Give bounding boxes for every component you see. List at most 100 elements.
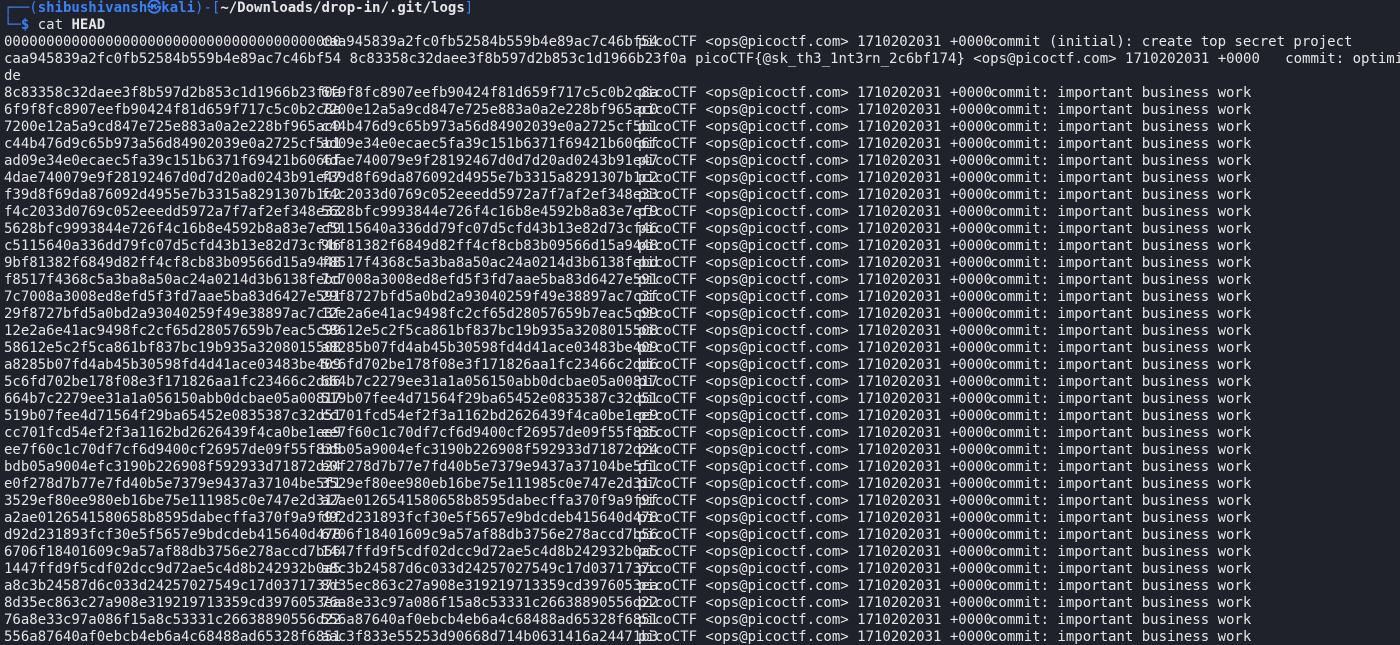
new-hash: 29f8727bfd5a0bd2a93040259f49e38897ac7c3f — [321, 289, 659, 305]
author: picoCTF <ops@picoctf.com> 1710202031 +00… — [638, 391, 993, 407]
log-row: bdb05a9004efc3190b226908f592933d71872d24… — [4, 459, 1400, 476]
author: picoCTF <ops@picoctf.com> 1710202031 +00… — [638, 119, 993, 135]
author: picoCTF <ops@picoctf.com> 1710202031 +00… — [638, 425, 993, 441]
message: commit: important business work — [990, 459, 1252, 475]
new-hash: caa945839a2fc0fb52584b559b4e89ac7c46bf54 — [321, 34, 659, 50]
message: commit (initial): create top secret proj… — [990, 34, 1353, 50]
log-row: 3529ef80ee980eb16be75e111985c0e747e2d317… — [4, 493, 1400, 510]
message: commit: important business work — [990, 85, 1252, 101]
author: picoCTF <ops@picoctf.com> 1710202031 +00… — [638, 510, 993, 526]
command-name: cat — [37, 17, 64, 33]
new-hash: 6706f18401609c9a57af88db3756e278accd7b56 — [321, 527, 659, 543]
prompt-bracket-close: ] — [464, 0, 474, 16]
old-hash: 3529ef80ee980eb16be75e111985c0e747e2d317 — [4, 493, 342, 509]
message: commit: important business work — [990, 136, 1252, 152]
old-hash: d92d231893fcf30e5f5657e9bdcdeb415640d478 — [4, 527, 342, 543]
new-hash: 8d35ec863c27a908e319219713359cd3976053ea — [321, 578, 659, 594]
author: picoCTF <ops@picoctf.com> 1710202031 +00… — [638, 408, 993, 424]
new-hash: f39d8f69da876092d4955e7b3315a8291307b1c2 — [321, 170, 659, 186]
old-hash: 58612e5c2f5ca861bf837bc19b935a3208015508 — [4, 340, 342, 356]
message: commit: important business work — [990, 442, 1252, 458]
old-hash: f39d8f69da876092d4955e7b3315a8291307b1c2 — [4, 187, 342, 203]
new-hash: a8285b07fd4ab45b30598fd4d41ace03483be409 — [321, 340, 659, 356]
message: commit: important business work — [990, 204, 1252, 220]
message: commit: important business work — [990, 272, 1252, 288]
author: picoCTF <ops@picoctf.com> 1710202031 +00… — [638, 578, 993, 594]
author: picoCTF <ops@picoctf.com> 1710202031 +00… — [638, 238, 993, 254]
old-hash: a8c3b24587d6c033d24257027549c17d0371737c — [4, 578, 342, 594]
log-row: f4c2033d0769c052eeedd5972a7f7af2ef348e33… — [4, 204, 1400, 221]
new-hash: aac3f833e55253d90668d714b0631416a24471b3 — [321, 629, 659, 645]
new-hash: 5628bfc9993844e726f4c16b8e4592b8a83e7ef9 — [321, 204, 659, 220]
message: commit: important business work — [990, 578, 1252, 594]
author: picoCTF <ops@picoctf.com> 1710202031 +00… — [638, 340, 993, 356]
new-hash: cc701fcd54ef2f3a1162bd2626439f4ca0be1ee9 — [321, 408, 659, 424]
old-hash: ee7f60c1c70df7cf6d9400cf26957de09f55f835 — [4, 442, 342, 458]
command-argument: HEAD — [71, 17, 106, 33]
log-row: 76a8e33c97a086f15a8c53331c26638890556d22… — [4, 612, 1400, 629]
log-row: f39d8f69da876092d4955e7b3315a8291307b1c2… — [4, 187, 1400, 204]
author: picoCTF <ops@picoctf.com> 1710202031 +00… — [638, 306, 993, 322]
new-hash: c5115640a336dd79fc07d5cfd43b13e82d73cf46 — [321, 221, 659, 237]
author: picoCTF <ops@picoctf.com> 1710202031 +00… — [638, 323, 993, 339]
new-hash: e0f278d7b77e7fd40b5e7379e9437a37104be5f1 — [321, 459, 659, 475]
prompt-dollar: $ — [20, 17, 30, 33]
old-hash: cc701fcd54ef2f3a1162bd2626439f4ca0be1ee9 — [4, 425, 342, 441]
log-row: ad09e34e0ecaec5fa39c151b6371f69421b6066f… — [4, 153, 1400, 170]
message: commit: important business work — [990, 629, 1252, 645]
old-hash: f8517f4368c5a3ba8a50ac24a0214d3b6138febd — [4, 272, 342, 288]
old-hash: 5c6fd702be178f08e3f171826aa1fc23466c2dd6 — [4, 374, 342, 390]
new-hash: 58612e5c2f5ca861bf837bc19b935a3208015508 — [321, 323, 659, 339]
log-row: 4dae740079e9f28192467d0d7d20ad0243b91e47… — [4, 170, 1400, 187]
message: commit: important business work — [990, 102, 1252, 118]
author: picoCTF <ops@picoctf.com> 1710202031 +00… — [638, 357, 993, 373]
log-row: 9bf81382f6849d82ff4cf8cb83b09566d15a9448… — [4, 255, 1400, 272]
message: commit: important business work — [990, 425, 1252, 441]
author: picoCTF <ops@picoctf.com> 1710202031 +00… — [638, 374, 993, 390]
message: commit: important business work — [990, 357, 1252, 373]
message: commit: important business work — [990, 170, 1252, 186]
new-hash: d92d231893fcf30e5f5657e9bdcdeb415640d478 — [321, 510, 659, 526]
prompt-at-symbol: ㉿ — [147, 0, 162, 16]
author: picoCTF <ops@picoctf.com> 1710202031 +00… — [638, 493, 993, 509]
author: picoCTF <ops@picoctf.com> 1710202031 +00… — [638, 136, 993, 152]
author: picoCTF <ops@picoctf.com> 1710202031 +00… — [638, 255, 993, 271]
author: picoCTF <ops@picoctf.com> 1710202031 +00… — [638, 544, 993, 560]
old-hash: c44b476d9c65b973a56d84902039e0a2725cf5b1 — [4, 136, 342, 152]
author: picoCTF <ops@picoctf.com> 1710202031 +00… — [638, 204, 993, 220]
terminal-window[interactable]: ┌──(shibushivansh㉿kali)-[~/Downloads/dro… — [0, 0, 1400, 645]
message: commit: important business work — [990, 289, 1252, 305]
old-hash: bdb05a9004efc3190b226908f592933d71872d24 — [4, 459, 342, 475]
author: picoCTF <ops@picoctf.com> 1710202031 +00… — [638, 272, 993, 288]
message: commit: important business work — [990, 187, 1252, 203]
author: picoCTF <ops@picoctf.com> 1710202031 +00… — [638, 442, 993, 458]
new-hash: f8517f4368c5a3ba8a50ac24a0214d3b6138febd — [321, 255, 659, 271]
log-row: 58612e5c2f5ca861bf837bc19b935a3208015508… — [4, 340, 1400, 357]
author: picoCTF <ops@picoctf.com> 1710202031 +00… — [638, 612, 993, 628]
log-row: d92d231893fcf30e5f5657e9bdcdeb415640d478… — [4, 527, 1400, 544]
log-row: 8d35ec863c27a908e319219713359cd3976053ea… — [4, 595, 1400, 612]
new-hash: 76a8e33c97a086f15a8c53331c26638890556d22 — [321, 595, 659, 611]
new-hash: 6f9f8fc8907eefb90424f81d659f717c5c0b2c8a — [321, 85, 659, 101]
author: picoCTF <ops@picoctf.com> 1710202031 +00… — [638, 85, 993, 101]
old-hash: 9bf81382f6849d82ff4cf8cb83b09566d15a9448 — [4, 255, 342, 271]
log-row: ee7f60c1c70df7cf6d9400cf26957de09f55f835… — [4, 442, 1400, 459]
old-hash: 6706f18401609c9a57af88db3756e278accd7b56 — [4, 544, 342, 560]
log-row-initial: 0000000000000000000000000000000000000000… — [4, 34, 1400, 51]
old-hash: 0000000000000000000000000000000000000000 — [4, 34, 342, 50]
prompt-host: kali — [161, 0, 196, 16]
log-row: 6f9f8fc8907eefb90424f81d659f717c5c0b2c8a… — [4, 102, 1400, 119]
new-hash: ad09e34e0ecaec5fa39c151b6371f69421b6066f — [321, 136, 659, 152]
author: picoCTF <ops@picoctf.com> 1710202031 +00… — [638, 34, 993, 50]
new-hash: 3529ef80ee980eb16be75e111985c0e747e2d317 — [321, 476, 659, 492]
new-hash: 12e2a6e41ac9498fc2cf65d28057659b7eac5c99 — [321, 306, 659, 322]
old-hash: f4c2033d0769c052eeedd5972a7f7af2ef348e33 — [4, 204, 342, 220]
log-row: 29f8727bfd5a0bd2a93040259f49e38897ac7c3f… — [4, 306, 1400, 323]
old-hash: 5628bfc9993844e726f4c16b8e4592b8a83e7ef9 — [4, 221, 342, 237]
new-hash: 9bf81382f6849d82ff4cf8cb83b09566d15a9448 — [321, 238, 659, 254]
message: commit: important business work — [990, 374, 1252, 390]
new-hash: 664b7c2279ee31a1a056150abb0dcbae05a00817 — [321, 374, 659, 390]
log-row: 556a87640af0ebcb4eb6a4c68488ad65328f6851… — [4, 629, 1400, 645]
log-row: 519b07fee4d71564f29ba65452e0835387c32d51… — [4, 408, 1400, 425]
log-row: a2ae0126541580658b8595dabecffa370f9a9f9f… — [4, 510, 1400, 527]
